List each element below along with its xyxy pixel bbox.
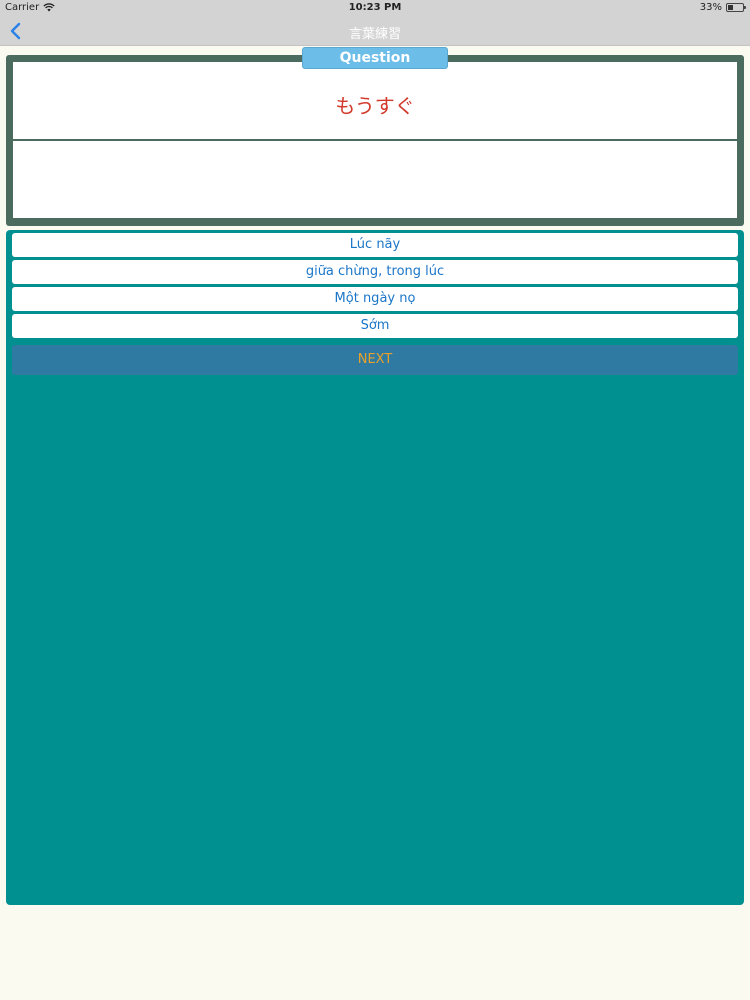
status-time: 10:23 PM	[348, 2, 402, 13]
question-tab-label: Question	[302, 47, 448, 69]
question-word-box: もうすぐ	[13, 62, 737, 139]
answer-option-3[interactable]: Một ngày nọ	[12, 287, 738, 311]
question-word: もうすぐ	[335, 94, 415, 118]
answers-panel: Lúc nãy giữa chừng, trong lúc Một ngày n…	[6, 230, 744, 905]
answer-option-4[interactable]: Sớm	[12, 314, 738, 338]
battery-level-fill	[728, 5, 733, 10]
question-panel: もうすぐ	[6, 55, 744, 226]
status-right: 33%	[699, 2, 746, 13]
battery-icon	[726, 3, 746, 12]
question-answer-box	[13, 141, 737, 218]
nav-title: 言葉練習	[348, 27, 401, 42]
next-button[interactable]: NEXT	[12, 345, 738, 375]
battery-percent: 33%	[699, 2, 722, 13]
answer-option-2[interactable]: giữa chừng, trong lúc	[12, 260, 738, 284]
navigation-bar: 言葉練習	[0, 16, 750, 46]
answer-option-1[interactable]: Lúc nãy	[12, 233, 738, 257]
status-bar: Carrier 10:23 PM 33%	[0, 0, 750, 16]
